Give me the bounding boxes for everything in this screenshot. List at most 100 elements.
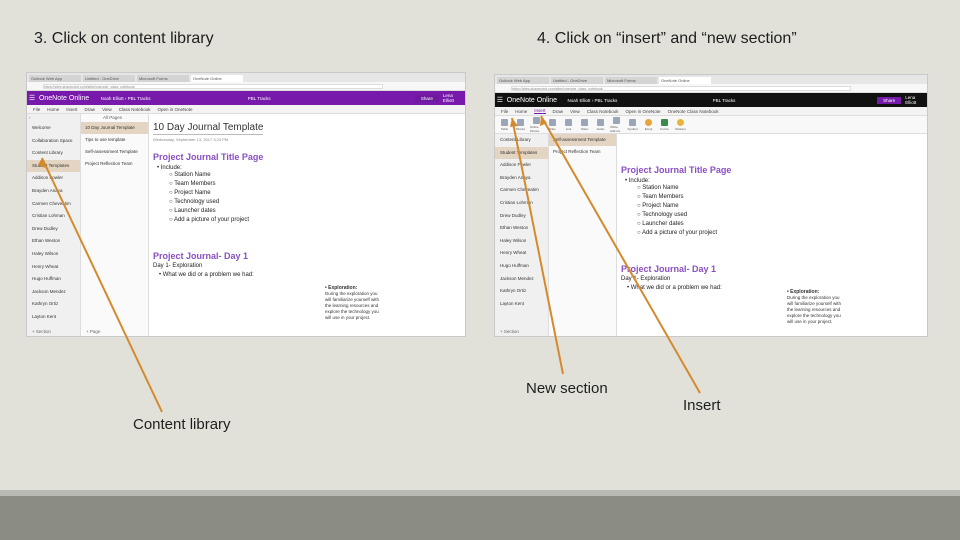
section-item[interactable]: Hugo Huffman: [27, 273, 80, 286]
list-item: ○ Technology used: [169, 199, 220, 205]
user-name[interactable]: Lena Elliott: [905, 95, 927, 105]
section-item[interactable]: Ethan Weston: [495, 222, 548, 235]
day-label: Day 1- Exploration: [621, 276, 671, 282]
section-item-content-library[interactable]: Content Library: [495, 134, 548, 147]
add-section-button[interactable]: + Section: [32, 329, 51, 334]
add-page-button[interactable]: + Page: [86, 329, 100, 334]
table-icon: [501, 118, 508, 126]
section-item[interactable]: Ethan Weston: [27, 235, 80, 248]
add-section-button[interactable]: + Section: [500, 329, 519, 334]
sections-pane: ‹ Welcome Collaboration Space Content Li…: [27, 114, 81, 336]
app-launcher-icon[interactable]: ☰: [27, 94, 37, 102]
section-item[interactable]: Brayden Anaya: [27, 185, 80, 198]
page-canvas[interactable]: 10 Day Journal Template Wednesday, Septe…: [153, 117, 465, 336]
url-field[interactable]: https://sites.sharepoint.com/sites/oneno…: [511, 86, 851, 91]
ribbon-tab-open-in-onenote[interactable]: Open in OneNote: [158, 107, 193, 112]
ribbon-tab-class-notebook-addin[interactable]: OneNote Class Notebook: [668, 109, 719, 114]
section-item[interactable]: Welcome: [27, 122, 80, 135]
browser-tab-active[interactable]: OneNote Online: [659, 77, 711, 84]
notebook-breadcrumb[interactable]: Noah Elliott › PBL Tracks: [568, 98, 713, 103]
notebook-breadcrumb[interactable]: Noah Elliott › PBL Tracks: [101, 96, 248, 101]
section-item[interactable]: Haley Wilson: [27, 248, 80, 261]
back-arrow-icon[interactable]: ‹: [27, 114, 80, 122]
insert-table-button[interactable]: Table: [498, 118, 511, 131]
section-item[interactable]: Jackson Mendez: [495, 273, 548, 286]
section-item[interactable]: Addison Fowler: [495, 159, 548, 172]
section-item[interactable]: Henry Wheat: [27, 261, 80, 274]
section-item[interactable]: Drew Dudley: [495, 210, 548, 223]
insert-video-button[interactable]: Video: [578, 118, 591, 131]
share-button[interactable]: Share: [877, 96, 902, 104]
ribbon-tab-class-notebook[interactable]: Class Notebook: [119, 107, 151, 112]
section-item[interactable]: Kathryn Ortiz: [27, 298, 80, 311]
section-item[interactable]: Carmen Cheveatim: [495, 184, 548, 197]
insert-picture-button[interactable]: Picture: [514, 118, 527, 131]
section-item[interactable]: Collaboration Space: [27, 135, 80, 148]
section-item[interactable]: Henry Wheat: [495, 247, 548, 260]
page-title[interactable]: 10 Day Journal Template: [153, 122, 264, 135]
insert-symbol-button[interactable]: Symbol: [626, 118, 639, 131]
browser-tab[interactable]: Microsoft Forms: [605, 77, 657, 84]
section-item[interactable]: Carmen Cheveatim: [27, 198, 80, 211]
section-item[interactable]: Hugo Huffman: [495, 260, 548, 273]
ribbon-tab-view[interactable]: View: [570, 109, 580, 114]
notebook-title: PBL Tracks: [712, 97, 736, 103]
ribbon-tab-draw[interactable]: Draw: [85, 107, 96, 112]
browser-tab-active[interactable]: OneNote Online: [191, 75, 243, 82]
section-item[interactable]: Kathryn Ortiz: [495, 285, 548, 298]
insert-stickers-button[interactable]: Stickers: [674, 118, 687, 131]
insert-link-button[interactable]: Link: [562, 118, 575, 131]
url-field[interactable]: https://sites.sharepoint.com/sites/oneno…: [43, 84, 383, 89]
app-launcher-icon[interactable]: ☰: [495, 96, 505, 104]
insert-files-button[interactable]: Files: [546, 118, 559, 131]
section-item-selected[interactable]: Student Templates: [495, 146, 548, 160]
insert-online-picture-button[interactable]: Online Picture: [530, 116, 543, 133]
section-item[interactable]: Cristian Lohman: [27, 210, 80, 223]
share-button[interactable]: Share: [414, 94, 439, 102]
browser-tab[interactable]: Untitled - OneDrive: [83, 75, 135, 82]
insert-addins-button[interactable]: Office Add-ins: [610, 116, 623, 133]
address-bar: https://sites.sharepoint.com/sites/oneno…: [27, 82, 465, 91]
section-item[interactable]: Layton Kent: [495, 298, 548, 311]
ribbon-tab-class-notebook[interactable]: Class Notebook: [587, 109, 619, 114]
ribbon-tab-home[interactable]: Home: [47, 107, 59, 112]
insert-emoji-button[interactable]: Emoji: [642, 118, 655, 131]
app-name[interactable]: OneNote Online: [507, 97, 568, 104]
insert-audio-button[interactable]: Audio: [594, 118, 607, 131]
ribbon-tab-open-in-onenote[interactable]: Open in OneNote: [626, 109, 661, 114]
ribbon-tab-insert[interactable]: Insert: [534, 108, 546, 114]
section-item[interactable]: Layton Kent: [27, 311, 80, 324]
page-item-selected[interactable]: Self-assessment Template: [549, 134, 616, 146]
ribbon-tab-view[interactable]: View: [102, 107, 112, 112]
ribbon-tab-insert[interactable]: Insert: [66, 107, 77, 112]
pages-filter[interactable]: All Pages: [81, 114, 148, 122]
day-label: Day 1- Exploration: [153, 263, 203, 269]
section-item-selected[interactable]: Student Templates: [27, 159, 80, 173]
page-canvas[interactable]: Project Journal Title Page • Include: ○ …: [621, 139, 927, 336]
browser-tab[interactable]: Untitled - OneDrive: [551, 77, 603, 84]
browser-tab[interactable]: Microsoft Forms: [137, 75, 189, 82]
section-item[interactable]: Jackson Mendez: [27, 286, 80, 299]
browser-tab[interactable]: Outlook Web App: [29, 75, 81, 82]
ribbon-tab-file[interactable]: File: [33, 107, 40, 112]
page-item[interactable]: Tips to use template: [81, 134, 148, 146]
section-item-content-library[interactable]: Content Library: [27, 147, 80, 160]
user-name[interactable]: Lena Elliott: [443, 93, 465, 103]
page-item-selected[interactable]: 10 Day Journal Template: [81, 122, 148, 134]
ribbon-tab-draw[interactable]: Draw: [553, 109, 564, 114]
section-item[interactable]: Haley Wilson: [495, 235, 548, 248]
browser-tab[interactable]: Outlook Web App: [497, 77, 549, 84]
page-item[interactable]: Self-assessment Template: [81, 146, 148, 158]
section-item[interactable]: Addison Fowler: [27, 172, 80, 185]
section-item[interactable]: Cristian Lohman: [495, 197, 548, 210]
right-screenshot: Outlook Web App Untitled - OneDrive Micr…: [494, 74, 928, 337]
page-item[interactable]: Project Reflection Team: [81, 158, 148, 170]
section-item[interactable]: Drew Dudley: [27, 223, 80, 236]
page-item[interactable]: Project Reflection Team: [549, 146, 616, 158]
insert-ribbon: Table Picture Online Picture Files Link …: [495, 116, 927, 134]
ribbon-tab-file[interactable]: File: [501, 109, 508, 114]
app-name[interactable]: OneNote Online: [39, 95, 101, 102]
insert-forms-button[interactable]: Forms: [658, 118, 671, 131]
section-item[interactable]: Brayden Anaya: [495, 172, 548, 185]
ribbon-tab-home[interactable]: Home: [515, 109, 527, 114]
